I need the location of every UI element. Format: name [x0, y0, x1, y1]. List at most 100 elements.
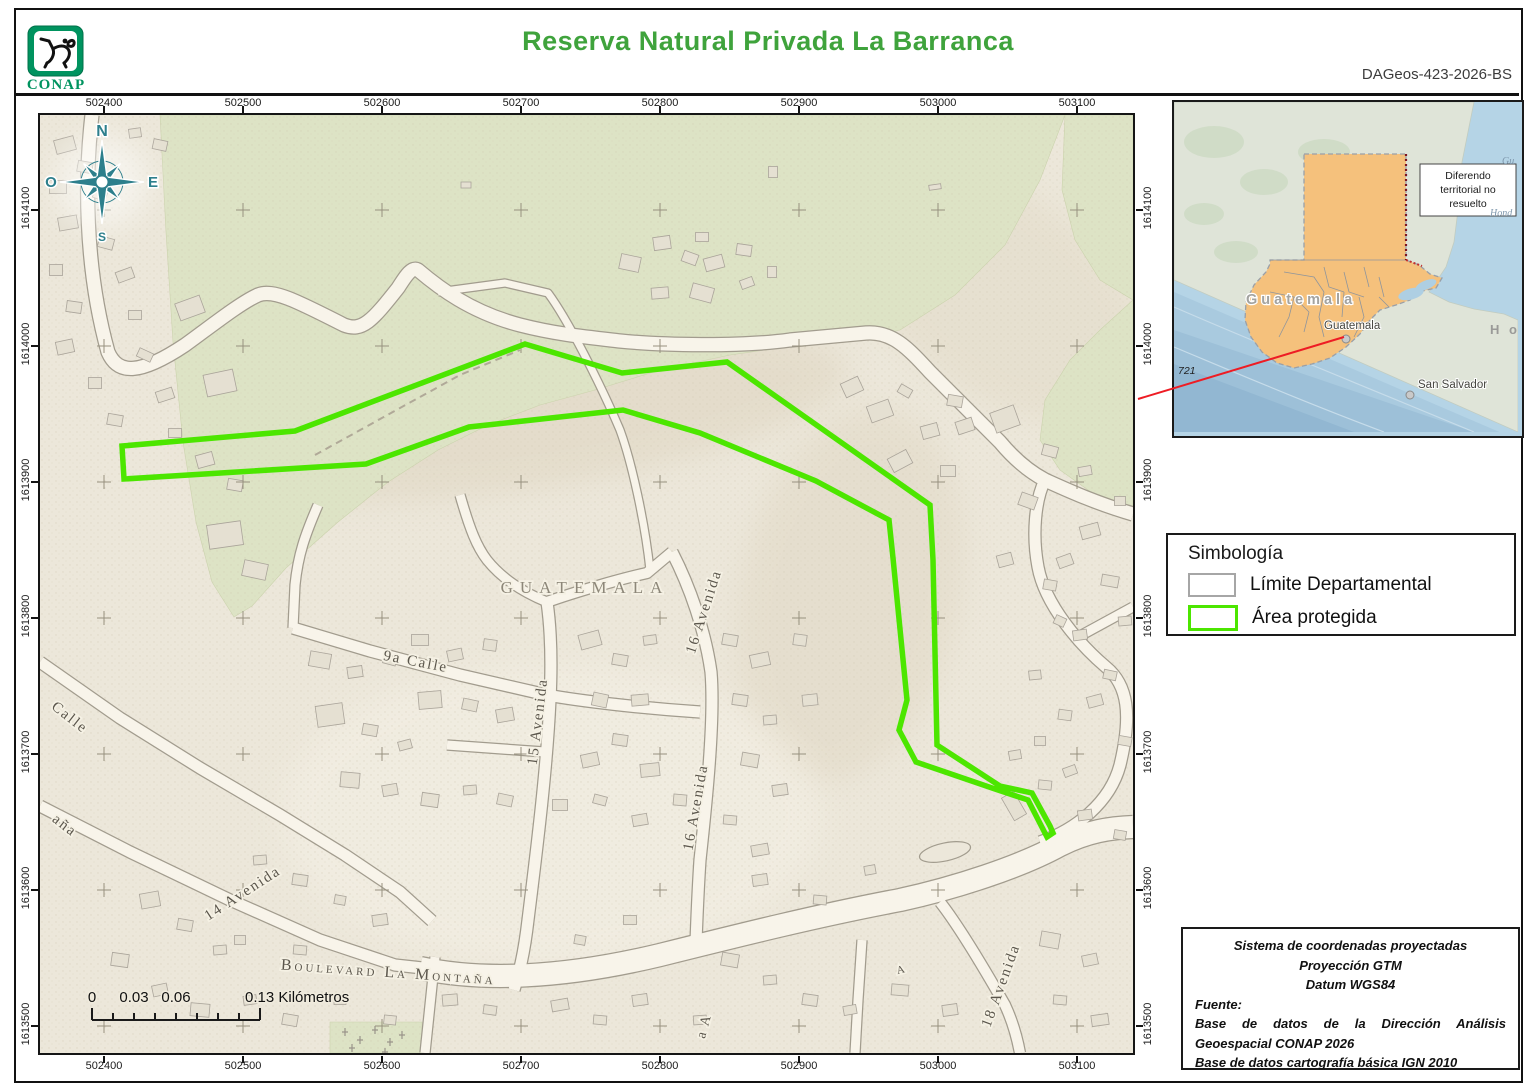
building-footprint [1043, 579, 1058, 591]
building-footprint [673, 794, 687, 806]
building-footprint [947, 394, 964, 407]
building-footprint [1115, 497, 1126, 506]
building-footprint [793, 634, 807, 647]
building-footprint [1118, 616, 1132, 626]
projection-line: Proyección GTM [1195, 956, 1506, 976]
building-footprint [483, 1005, 497, 1016]
building-footprint [696, 233, 709, 242]
building-footprint [372, 914, 388, 927]
legend-item-label: Área protegida [1252, 607, 1377, 629]
axis-label-y-left: 1613600 [20, 853, 32, 923]
departmental-boundary-swatch [1188, 573, 1236, 597]
source-line-2: Base de datos cartografía básica IGN 201… [1195, 1053, 1506, 1073]
axis-label-y-left: 1613700 [20, 717, 32, 787]
building-footprint [1039, 931, 1060, 949]
callout-line-1: Diferendo [1445, 170, 1491, 182]
building-footprint [1118, 735, 1132, 746]
building-footprint [612, 734, 628, 747]
scale-bar-label: 0 [88, 989, 96, 1006]
building-footprint [382, 783, 399, 796]
inset-country-label: Guatemala [1246, 292, 1356, 308]
building-footprint [651, 287, 669, 299]
inset-san-salvador-label: San Salvador [1418, 379, 1487, 391]
axis-tick [798, 106, 800, 113]
building-footprint [763, 715, 777, 725]
legend-title: Simbología [1188, 543, 1514, 565]
axis-label-y-left: 1613900 [20, 445, 32, 515]
axis-label-y-right: 1613800 [1142, 581, 1154, 651]
axis-label-y-left: 1614100 [20, 173, 32, 243]
axis-tick [937, 106, 939, 113]
building-footprint [139, 891, 160, 909]
building-footprint [107, 413, 124, 426]
axis-tick [381, 1056, 383, 1063]
building-footprint [1072, 629, 1087, 641]
building-footprint [227, 478, 244, 491]
building-footprint [347, 666, 363, 679]
callout-line-2: territorial no [1440, 184, 1496, 196]
logo-wordmark: CONAP [20, 77, 92, 94]
building-footprint [129, 311, 142, 320]
building-footprint [593, 1015, 607, 1025]
axis-label-y-right: 1613600 [1142, 853, 1154, 923]
building-footprint [632, 813, 649, 826]
building-footprint [723, 815, 737, 825]
building-footprint [802, 694, 818, 707]
building-footprint [843, 1004, 857, 1015]
building-footprint [1029, 670, 1042, 680]
inset-honduras-label: H o [1490, 322, 1518, 337]
protected-area-swatch [1188, 605, 1238, 631]
document-id: DAGeos-423-2026-BS [1200, 66, 1512, 83]
inset-city-dot [1342, 335, 1350, 343]
building-footprint [282, 1013, 299, 1026]
map-credits-box: Sistema de coordenadas proyectadas Proye… [1181, 927, 1520, 1070]
building-footprint [1113, 830, 1126, 841]
building-footprint [1053, 995, 1067, 1005]
inset-capital-label: Guatemala [1324, 320, 1381, 332]
building-footprint [66, 301, 82, 314]
building-footprint [169, 429, 182, 438]
building-footprint [643, 635, 657, 646]
callout-line-3: resuelto [1449, 198, 1487, 210]
building-footprint [235, 936, 246, 945]
building-footprint [1038, 780, 1052, 790]
axis-tick [31, 617, 38, 619]
axis-label-y-left: 1613500 [20, 989, 32, 1059]
building-footprint [340, 772, 360, 789]
axis-tick [1136, 345, 1143, 347]
inset-honduras-small-label: Hond [1489, 208, 1513, 219]
building-footprint [50, 265, 63, 276]
header-separator [16, 93, 1519, 96]
axis-tick [659, 1056, 661, 1063]
building-footprint [736, 244, 752, 257]
building-footprint [640, 763, 660, 778]
building-footprint [308, 651, 331, 669]
building-footprint [591, 692, 608, 708]
building-footprint [802, 994, 818, 1007]
building-footprint [653, 235, 672, 250]
building-footprint [763, 975, 777, 985]
building-footprint [111, 952, 130, 967]
building-footprint [941, 466, 956, 477]
building-footprint [418, 691, 442, 710]
compass-s-label: S [98, 230, 106, 244]
axis-label-y-right: 1613700 [1142, 717, 1154, 787]
building-footprint [421, 792, 440, 807]
compass-e-label: E [148, 174, 158, 191]
axis-label-y-right: 1614000 [1142, 309, 1154, 379]
building-footprint [553, 800, 568, 811]
building-footprint [412, 635, 429, 646]
building-footprint [293, 945, 307, 955]
building-footprint [442, 994, 458, 1006]
building-footprint [1077, 809, 1092, 821]
axis-tick [31, 753, 38, 755]
building-footprint [1078, 465, 1092, 476]
source-heading: Fuente: [1195, 995, 1506, 1015]
axis-tick [520, 1056, 522, 1063]
building-footprint [1058, 709, 1072, 721]
building-footprint [1035, 737, 1046, 746]
axis-label-y-left: 1614000 [20, 309, 32, 379]
axis-tick [659, 106, 661, 113]
building-footprint [942, 1004, 958, 1017]
building-footprint [461, 182, 471, 188]
